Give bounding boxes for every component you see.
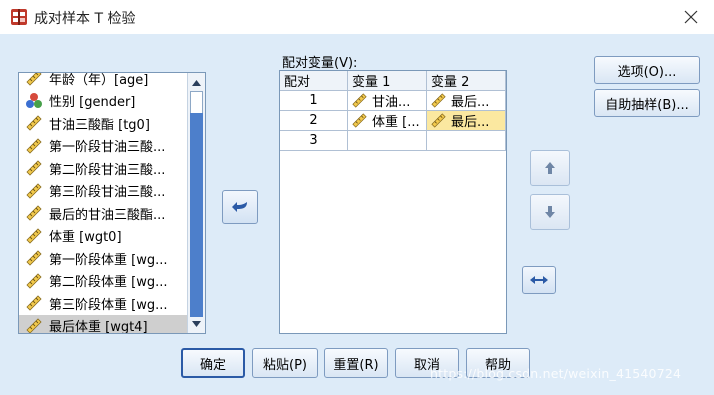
list-item[interactable]: 第三阶段体重 [wg... (19, 292, 187, 315)
cell-var1[interactable]: 甘油... (348, 91, 427, 111)
scale-ruler-icon (26, 273, 42, 289)
cell-variable-2: 最后... (451, 95, 490, 110)
close-button[interactable] (676, 4, 706, 30)
table-row[interactable]: 1 甘油... 最后... (280, 91, 506, 111)
table-header-row: 配对 变量 1 变量 2 (280, 71, 506, 91)
list-item[interactable]: 年龄（年）[age] (19, 72, 187, 90)
scale-ruler-icon (26, 228, 42, 244)
list-item-label: 性别 [gender] (49, 95, 136, 111)
title-bar: 成对样本 T 检验 (0, 0, 714, 34)
column-header-pair: 配对 (280, 71, 348, 91)
options-button[interactable]: 选项(O)... (594, 56, 700, 84)
reset-button[interactable]: 重置(R) (324, 348, 388, 378)
scroll-down-arrow[interactable] (189, 316, 204, 331)
scale-ruler-icon (26, 160, 42, 176)
table-row[interactable]: 3 (280, 131, 506, 151)
list-item[interactable]: 第三阶段甘油三酸... (19, 180, 187, 203)
cell-pair-number: 1 (280, 91, 348, 111)
scroll-up-arrow[interactable] (189, 75, 204, 90)
scale-ruler-icon (26, 183, 42, 199)
list-item-label: 第一阶段甘油三酸... (49, 140, 166, 156)
scale-ruler-icon (352, 113, 367, 128)
scale-ruler-icon (26, 295, 42, 311)
scale-ruler-icon (352, 93, 367, 108)
column-header-variable-2: 变量 2 (427, 71, 506, 91)
swap-variables-button[interactable] (522, 266, 556, 294)
arrow-down-icon (545, 206, 555, 218)
cell-var2[interactable]: 最后... (427, 111, 506, 131)
column-header-variable-1: 变量 1 (348, 71, 427, 91)
list-item-label: 第三阶段体重 [wg... (49, 297, 168, 313)
list-item-label: 体重 [wgt0] (49, 230, 122, 246)
scale-ruler-icon (26, 115, 42, 131)
cell-variable-1: 体重 [... (372, 115, 420, 130)
scale-ruler-icon (431, 93, 446, 108)
dialog-window: 成对样本 T 检验 年龄（年）[age] 性别 [gender] 甘油三酸酯 [tg… (0, 0, 714, 395)
variable-list-items: 年龄（年）[age] 性别 [gender] 甘油三酸酯 [tg0] 第一阶段甘油三酸… (19, 72, 187, 334)
list-item-label: 第二阶段体重 [wg... (49, 275, 168, 291)
arrow-left-icon (232, 202, 247, 212)
variable-list[interactable]: 年龄（年）[age] 性别 [gender] 甘油三酸酯 [tg0] 第一阶段甘油三酸… (18, 72, 206, 334)
ok-button[interactable]: 确定 (181, 348, 245, 378)
arrow-up-icon (545, 162, 555, 174)
triangle-down-icon (192, 320, 201, 327)
list-item[interactable]: 最后体重 [wgt4] (19, 314, 187, 334)
list-item[interactable]: 第二阶段体重 [wg... (19, 270, 187, 293)
cell-var1[interactable] (348, 131, 427, 151)
cell-pair-number: 3 (280, 131, 348, 151)
watermark-text: https://blog.csdn.net/weixin_41540724 (430, 366, 682, 381)
move-variable-button[interactable] (222, 190, 258, 224)
table-row[interactable]: 2 体重 [... 最后... (280, 111, 506, 131)
list-item[interactable]: 甘油三酸酯 [tg0] (19, 112, 187, 135)
list-item[interactable]: 最后的甘油三酸酯... (19, 202, 187, 225)
list-item-label: 第一阶段体重 [wg... (49, 252, 168, 268)
list-item[interactable]: 第一阶段甘油三酸... (19, 135, 187, 158)
scale-ruler-icon (26, 205, 42, 221)
list-item[interactable]: 性别 [gender] (19, 90, 187, 113)
list-item[interactable]: 第一阶段体重 [wg... (19, 247, 187, 270)
list-item-label: 最后体重 [wgt4] (49, 320, 148, 334)
swap-arrows-icon (530, 276, 548, 284)
bootstrap-button[interactable]: 自助抽样(B)... (594, 89, 700, 117)
scrollbar-thumb[interactable] (190, 113, 203, 317)
cell-variable-1: 甘油... (372, 95, 411, 110)
paste-button[interactable]: 粘贴(P) (252, 348, 318, 378)
list-item-label: 第三阶段甘油三酸... (49, 185, 166, 201)
dialog-body: 年龄（年）[age] 性别 [gender] 甘油三酸酯 [tg0] 第一阶段甘油三酸… (0, 34, 714, 395)
list-item-label: 甘油三酸酯 [tg0] (49, 117, 150, 133)
triangle-up-icon (192, 79, 201, 86)
scale-ruler-icon (26, 138, 42, 154)
move-pair-down-button[interactable] (530, 194, 570, 230)
move-pair-up-button[interactable] (530, 150, 570, 186)
scale-ruler-icon (26, 73, 42, 86)
list-item-label: 年龄（年）[age] (49, 72, 149, 88)
variable-list-scrollbar[interactable] (187, 73, 205, 333)
paired-variables-label: 配对变量(V): (282, 56, 358, 71)
list-item-label: 最后的甘油三酸酯... (49, 207, 166, 223)
list-item[interactable]: 第二阶段甘油三酸... (19, 157, 187, 180)
list-item[interactable]: 体重 [wgt0] (19, 225, 187, 248)
scale-ruler-icon (26, 250, 42, 266)
list-item-label: 第二阶段甘油三酸... (49, 162, 166, 178)
cell-variable-2: 最后... (451, 115, 490, 130)
paired-variables-table[interactable]: 配对 变量 1 变量 2 1 甘油... 最后... 2 体重 [... 最后... 3 (279, 70, 507, 334)
cell-var1[interactable]: 体重 [... (348, 111, 427, 131)
cell-var2[interactable]: 最后... (427, 91, 506, 111)
close-icon (684, 10, 698, 24)
scale-ruler-icon (26, 318, 42, 333)
window-title: 成对样本 T 检验 (34, 11, 136, 27)
cell-pair-number: 2 (280, 111, 348, 131)
nominal-balls-icon (26, 92, 42, 108)
spss-app-icon (11, 9, 27, 25)
cell-var2[interactable] (427, 131, 506, 151)
scale-ruler-icon (431, 113, 446, 128)
